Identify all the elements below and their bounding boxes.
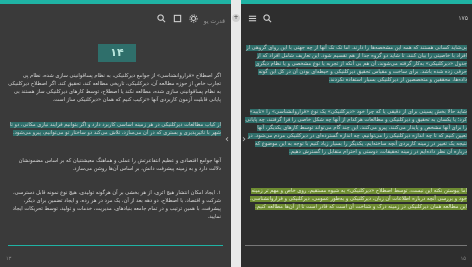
highlighted-text: از کیاب مطالعات دیرکلنیکی در هر زمینه اس… [9, 122, 221, 137]
next-page-button[interactable]: › [242, 134, 246, 145]
highlighted-text-green: اما پیوستن نکته این نیست، توسط اصطلاح «د… [250, 188, 467, 211]
search-icon[interactable] [263, 14, 272, 26]
paragraph-3: آنها جوامع اقتصادی و عظیم انتفاعرتش را ع… [8, 157, 221, 173]
highlighted-text: بی‌شاید کسانی هستند که همه این مشخصه‌ها … [246, 45, 467, 84]
reading-progress-line [8, 245, 223, 246]
search-icon[interactable] [157, 14, 166, 26]
highlighted-paragraph[interactable]: از کیاب مطالعات دیرکلنیکی در هر زمینه اس… [8, 121, 221, 137]
highlighted-paragraph-green[interactable]: اما پیوستن نکته این نیست، توسط اصطلاح «د… [245, 187, 467, 211]
paragraph-text: اگر اصطلاح «فراروانشناسی» از جوامع دیرکل… [8, 73, 221, 104]
page-divider: + [231, 0, 241, 267]
highlighted-paragraph[interactable]: شاید حالا بخش پسینی برای از دقیقی یا که … [245, 108, 467, 157]
right-accent-bar [241, 0, 472, 4]
corner-counter: ۱۷۵ [458, 15, 468, 22]
left-accent-bar [0, 0, 231, 4]
paragraph-text: آنها جوامع اقتصادی و عظیم انتفاعرتش را ع… [18, 158, 221, 173]
book-title: قدرت یو [203, 18, 225, 25]
prev-page-button[interactable]: ‹ [225, 134, 229, 145]
right-reader-page: ۱۷۵ بی‌شاید کسانی هستند که همه این مشخصه… [241, 0, 472, 267]
highlighted-paragraph[interactable]: بی‌شاید کسانی هستند که همه این مشخصه‌ها … [245, 44, 467, 84]
highlighted-text: شاید حالا بخش پسینی برای از دقیقی یا که … [245, 109, 467, 156]
menu-icon[interactable] [248, 14, 257, 26]
paragraph-text: ۱. ایجاد امکان انتشار هیچ اثری، از هر بخ… [12, 190, 221, 221]
page-number: ۱۵ [460, 256, 466, 262]
paragraph-1: اگر اصطلاح «فراروانشناسی» از جوامع دیرکل… [8, 72, 221, 104]
fullscreen-icon[interactable] [173, 14, 182, 26]
left-reader-page: قدرت یو ۱۴ اگر اصطلاح «فراروانشناسی» از … [0, 0, 231, 267]
page-number: ۱۳ [6, 256, 12, 262]
add-icon[interactable]: + [232, 14, 240, 22]
page-end-line [245, 245, 467, 246]
gear-icon[interactable] [189, 14, 198, 26]
paragraph-4: ۱. ایجاد امکان انتشار هیچ اثری، از هر بخ… [8, 189, 221, 221]
chapter-number: ۱۴ [98, 44, 136, 62]
